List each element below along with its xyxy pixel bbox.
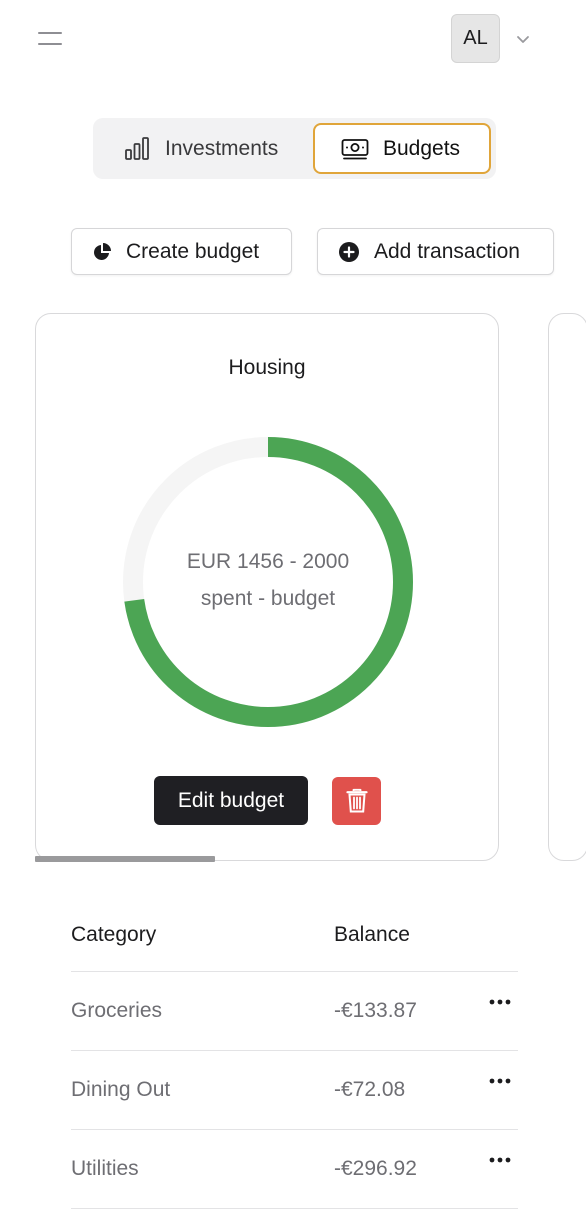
- budget-amounts-caption: spent - budget: [200, 587, 336, 610]
- create-budget-label: Create budget: [126, 239, 260, 263]
- budget-title: Housing: [228, 356, 306, 379]
- row-balance: -€296.92: [334, 1157, 417, 1180]
- table-row: Dining Out -€72.08: [71, 1051, 518, 1130]
- table-row: Groceries -€133.87: [71, 972, 518, 1051]
- more-options-icon[interactable]: [487, 1073, 513, 1089]
- carousel-scrollbar-thumb[interactable]: [35, 856, 215, 862]
- category-table: Category Balance Groceries -€133.87 Dini…: [71, 895, 518, 1209]
- view-switcher: Investments Budgets: [93, 118, 496, 179]
- budget-amounts: EUR 1456 - 2000: [186, 550, 350, 573]
- pie-chart-icon: [94, 242, 111, 260]
- column-header-balance: Balance: [334, 923, 410, 946]
- bar-chart-icon: [125, 136, 149, 160]
- row-category: Utilities: [71, 1157, 139, 1180]
- chevron-down-icon[interactable]: [514, 30, 532, 48]
- add-transaction-button[interactable]: Add transaction: [317, 228, 554, 275]
- cash-icon: [341, 138, 369, 159]
- hamburger-icon[interactable]: [36, 28, 64, 50]
- more-options-icon[interactable]: [487, 1152, 513, 1168]
- row-category: Groceries: [71, 999, 163, 1022]
- edit-budget-button[interactable]: Edit budget: [154, 776, 308, 825]
- tab-investments-label: Investments: [165, 136, 279, 160]
- tab-investments[interactable]: Investments: [123, 123, 278, 174]
- table-header: Category Balance: [71, 895, 518, 972]
- trash-icon: [345, 788, 368, 813]
- delete-budget-button[interactable]: [332, 777, 381, 825]
- column-header-category: Category: [71, 923, 157, 946]
- more-options-icon[interactable]: [487, 994, 513, 1010]
- budgets-page: AL Investments Budgets Create budget Add…: [0, 0, 586, 1220]
- row-balance: -€72.08: [334, 1078, 406, 1101]
- budget-progress-ring: EUR 1456 - 2000 spent - budget: [120, 434, 416, 730]
- row-balance: -€133.87: [334, 999, 417, 1022]
- row-category: Dining Out: [71, 1078, 171, 1101]
- tab-budgets[interactable]: Budgets: [313, 123, 491, 174]
- next-budget-card[interactable]: [548, 313, 586, 861]
- tab-budgets-label: Budgets: [383, 136, 461, 160]
- table-row: Utilities -€296.92: [71, 1130, 518, 1209]
- avatar[interactable]: AL: [451, 14, 500, 63]
- plus-circle-icon: [339, 241, 359, 262]
- add-transaction-label: Add transaction: [374, 239, 520, 263]
- create-budget-button[interactable]: Create budget: [71, 228, 292, 275]
- budget-card: Housing EUR 1456 - 2000 spent - budget E…: [35, 313, 499, 861]
